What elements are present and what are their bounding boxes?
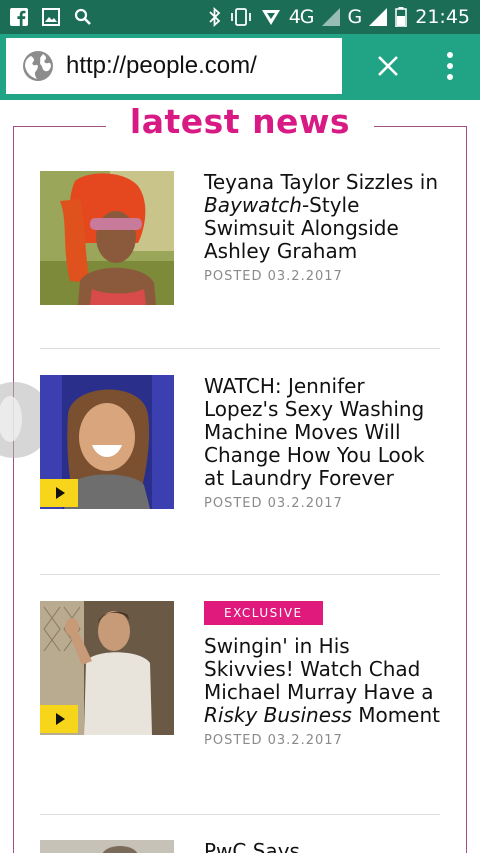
play-icon[interactable] bbox=[40, 479, 78, 507]
article-thumbnail[interactable] bbox=[40, 601, 174, 735]
article-item[interactable]: EXCLUSIVE Swingin' in His Skivvies! Watc… bbox=[40, 601, 440, 771]
network-type-label-2: G bbox=[347, 6, 363, 28]
signal-icon-2 bbox=[369, 8, 388, 26]
more-vert-icon[interactable] bbox=[440, 48, 460, 84]
close-icon bbox=[378, 56, 398, 76]
browser-toolbar: http://people.com/ bbox=[0, 34, 480, 100]
close-button[interactable] bbox=[372, 50, 404, 82]
article-title[interactable]: WATCH: Jennifer Lopez's Sexy Washing Mac… bbox=[204, 375, 444, 490]
url-field[interactable]: http://people.com/ bbox=[6, 38, 342, 94]
exclusive-badge: EXCLUSIVE bbox=[204, 601, 323, 625]
article-thumbnail[interactable] bbox=[40, 840, 174, 853]
article-date: POSTED 03.2.2017 bbox=[204, 496, 343, 511]
facebook-icon bbox=[10, 8, 28, 26]
url-text: http://people.com/ bbox=[66, 52, 257, 79]
globe-icon bbox=[22, 50, 54, 82]
section-title: latest news bbox=[129, 102, 351, 141]
article-item[interactable]: WATCH: Jennifer Lopez's Sexy Washing Mac… bbox=[40, 375, 440, 515]
article-title[interactable]: Swingin' in His Skivvies! Watch Chad Mic… bbox=[204, 635, 444, 727]
search-icon bbox=[74, 8, 92, 26]
article-title[interactable]: Teyana Taylor Sizzles in Baywatch-Style … bbox=[204, 171, 444, 263]
signal-icon bbox=[321, 8, 340, 26]
divider bbox=[40, 814, 440, 815]
clock: 21:45 bbox=[415, 6, 470, 28]
article-item[interactable]: Teyana Taylor Sizzles in Baywatch-Style … bbox=[40, 171, 440, 311]
bluetooth-icon bbox=[209, 7, 221, 27]
play-icon[interactable] bbox=[40, 705, 78, 733]
battery-icon bbox=[395, 7, 407, 27]
status-bar: 4G G 21:45 bbox=[0, 0, 480, 34]
article-item[interactable]: PwC Says bbox=[40, 840, 440, 853]
article-title[interactable]: PwC Says bbox=[204, 840, 444, 853]
article-thumbnail[interactable] bbox=[40, 171, 174, 305]
article-date: POSTED 03.2.2017 bbox=[204, 269, 343, 284]
article-date: POSTED 03.2.2017 bbox=[204, 733, 343, 748]
vibrate-icon bbox=[229, 7, 253, 27]
divider bbox=[40, 574, 440, 575]
hotspot-icon bbox=[261, 8, 281, 26]
article-thumbnail[interactable] bbox=[40, 375, 174, 509]
divider bbox=[40, 348, 440, 349]
gallery-icon bbox=[42, 8, 60, 26]
network-type-label: 4G bbox=[288, 6, 315, 28]
